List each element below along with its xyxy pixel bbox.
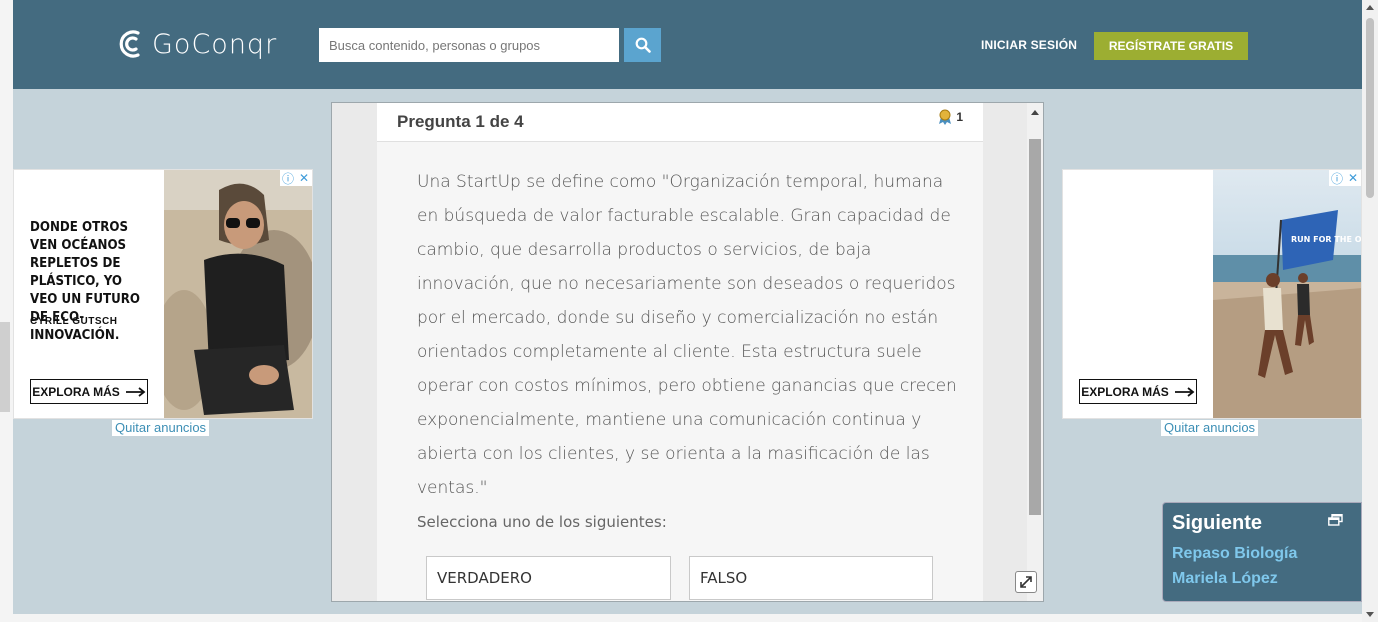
quiz-header: Pregunta 1 de 4 1 [377,103,983,142]
next-panel-title: Siguiente [1172,512,1263,534]
answer-false-button[interactable]: FALSO [689,556,933,600]
points-value: 1 [956,110,963,124]
quiz-frame: Pregunta 1 de 4 1 Una StartUp se define … [331,102,1044,602]
fullscreen-button[interactable] [1015,571,1037,593]
ad-badges-right: ⓘ ✕ [1329,170,1361,186]
ad-explore-button[interactable]: EXPLORA MÁS [30,379,148,404]
quiz-card: Pregunta 1 de 4 1 Una StartUp se define … [377,103,983,601]
quiz-scrollbar[interactable] [1027,103,1043,601]
goconqr-logo[interactable]: GoConqr [117,27,277,61]
logo-text: GoConqr [152,28,278,60]
quiz-scroll-thumb[interactable] [1029,139,1041,515]
quiz-scroll-up-icon[interactable] [1031,110,1039,115]
scroll-down-arrow-icon[interactable] [1366,612,1374,617]
ad-close-icon[interactable]: ✕ [296,170,312,186]
arrow-right-icon [125,386,146,397]
ad-explore-button-right[interactable]: EXPLORA MÁS [1079,379,1197,404]
ad-close-icon[interactable]: ✕ [1345,170,1361,186]
goconqr-logo-icon [119,30,140,58]
ad-badges: ⓘ ✕ [280,170,312,186]
search-button[interactable] [624,28,661,62]
question-prompt: Selecciona uno de los siguientes: [417,513,667,531]
ad-right[interactable]: EXPLORA MÁS RUN FOR THE OCEANS ⓘ ✕ [1062,169,1362,419]
signup-button[interactable]: REGÍSTRATE GRATIS [1094,32,1248,60]
bottom-strip [13,614,1362,622]
expand-icon [1020,576,1032,588]
answer-true-button[interactable]: VERDADERO [426,556,671,600]
next-link-author[interactable]: Mariela López [1172,570,1278,588]
remove-ads-link-right[interactable]: Quitar anuncios [1161,420,1259,436]
left-page-strip [0,0,13,622]
site-header: GoConqr INICIAR SESIÓN REGÍSTRATE GRATIS [13,0,1362,89]
question-counter: Pregunta 1 de 4 [397,112,524,131]
window-scroll-thumb[interactable] [1366,18,1374,198]
scroll-up-arrow-icon[interactable] [1366,5,1374,10]
ad-photo-man-on-sofa [164,170,312,418]
question-text: Una StartUp se define como "Organización… [417,172,957,498]
window-scrollbar[interactable] [1362,0,1378,622]
ad-cta-label-right: EXPLORA MÁS [1081,384,1169,399]
ad-photo-runners-beach: RUN FOR THE OCEANS [1213,170,1362,418]
next-panel: Siguiente Repaso Biología Mariela López [1162,502,1362,602]
ad-flag-text: RUN FOR THE OCEANS [1291,235,1362,244]
search-input[interactable] [319,28,619,62]
remove-ads-link-left[interactable]: Quitar anuncios [112,420,210,436]
ad-info-icon[interactable]: ⓘ [280,170,296,186]
next-link-repaso-biologia[interactable]: Repaso Biología [1172,545,1297,563]
quiz-points: 1 [938,109,963,125]
ad-info-icon[interactable]: ⓘ [1329,170,1345,186]
left-scroll-thumb[interactable] [0,322,10,412]
search-icon [635,37,651,53]
popout-window-icon[interactable] [1328,514,1343,526]
arrow-right-icon [1174,386,1195,397]
award-icon [939,109,952,125]
login-link[interactable]: INICIAR SESIÓN [981,38,1077,52]
ad-author: CYRILL GUTSCH [30,316,118,327]
ad-cta-label: EXPLORA MÁS [32,384,120,399]
ad-left[interactable]: DONDE OTROS VEN OCÉANOS REPLETOS DE PLÁS… [13,169,313,419]
